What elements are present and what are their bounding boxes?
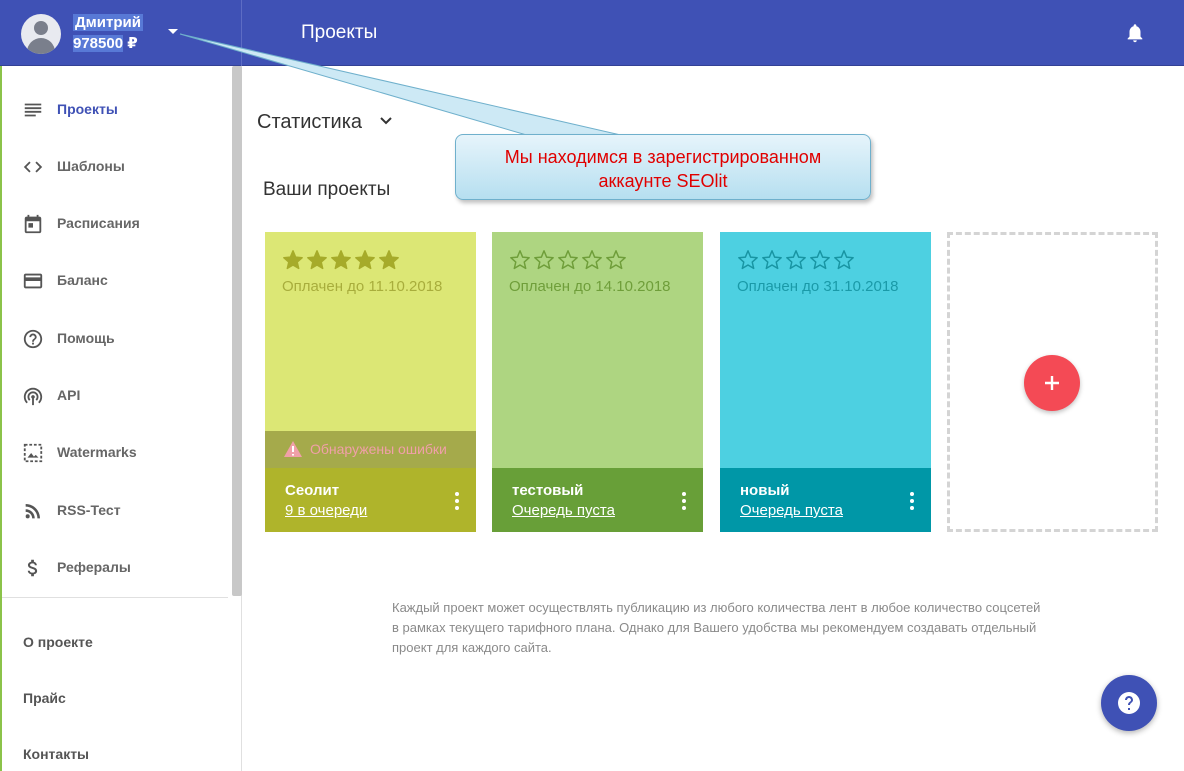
info-text: Каждый проект может осуществлять публика… xyxy=(392,600,1041,655)
link-about[interactable]: О проекте xyxy=(23,634,93,650)
rating-stars[interactable] xyxy=(737,249,855,271)
sidebar-item-label: Проекты xyxy=(57,101,118,117)
user-name: Дмитрий xyxy=(73,14,143,31)
help-circle-icon xyxy=(23,329,43,349)
sidebar-item-balance[interactable]: Баланс xyxy=(2,260,230,300)
credit-card-icon xyxy=(23,273,43,289)
rss-icon xyxy=(25,504,40,519)
project-card[interactable]: Оплачен до 11.10.2018 Обнаружены ошибки С… xyxy=(265,232,476,532)
statistics-toggle[interactable]: Статистика xyxy=(257,111,362,134)
queue-link[interactable]: 9 в очереди xyxy=(285,502,367,519)
star-icon[interactable] xyxy=(509,249,531,271)
antenna-icon xyxy=(23,387,43,406)
star-icon[interactable] xyxy=(557,249,579,271)
callout-line-2: аккаунте SEOlit xyxy=(598,171,728,191)
sidebar-item-projects[interactable]: Проекты xyxy=(2,89,230,129)
sidebar-item-help[interactable]: Помощь xyxy=(2,318,230,358)
star-icon[interactable] xyxy=(282,249,304,271)
user-balance: 978500 ₽ xyxy=(73,35,138,52)
sidebar-item-templates[interactable]: Шаблоны xyxy=(2,146,230,186)
add-project-button[interactable] xyxy=(1024,355,1080,411)
add-project-card xyxy=(947,232,1158,532)
paid-until: Оплачен до 14.10.2018 xyxy=(509,278,671,295)
sidebar-item-label: Шаблоны xyxy=(57,158,125,174)
rating-stars[interactable] xyxy=(509,249,627,271)
sidebar-item-label: API xyxy=(57,387,81,403)
project-name[interactable]: тестовый xyxy=(512,482,583,499)
star-icon[interactable] xyxy=(533,249,555,271)
sidebar-item-label: Рефералы xyxy=(57,559,131,575)
rating-stars[interactable] xyxy=(282,249,400,271)
card-footer: новый Очередь пуста xyxy=(720,468,931,532)
chevron-down-icon[interactable] xyxy=(168,29,178,34)
sidebar-item-schedules[interactable]: Расписания xyxy=(2,203,230,243)
sidebar-item-label: Баланс xyxy=(57,272,108,288)
warning-icon xyxy=(284,441,302,457)
code-icon xyxy=(23,161,43,173)
star-icon[interactable] xyxy=(605,249,627,271)
bell-icon[interactable] xyxy=(1124,22,1146,44)
chevron-down-icon[interactable] xyxy=(380,117,392,125)
sidebar: Проекты Шаблоны Расписания Баланс Помощь… xyxy=(0,66,242,771)
callout-line-1: Мы находимся в зарегистрированном xyxy=(504,147,822,167)
star-icon[interactable] xyxy=(330,249,352,271)
sidebar-item-label: Watermarks xyxy=(57,444,137,460)
avatar[interactable] xyxy=(21,14,61,54)
sidebar-scrollbar[interactable] xyxy=(232,66,242,596)
sidebar-item-label: Расписания xyxy=(57,215,140,231)
user-menu[interactable]: Дмитрий 978500 ₽ xyxy=(0,0,242,66)
error-text: Обнаружены ошибки xyxy=(310,441,447,457)
link-contacts[interactable]: Контакты xyxy=(23,746,89,762)
help-circle-icon xyxy=(1118,692,1140,714)
sidebar-item-label: RSS-Тест xyxy=(57,502,121,518)
sidebar-item-referrals[interactable]: Рефералы xyxy=(2,547,230,587)
star-icon[interactable] xyxy=(581,249,603,271)
annotation-callout: Мы находимся в зарегистрированном аккаун… xyxy=(455,134,871,200)
more-vert-icon[interactable] xyxy=(681,492,687,510)
star-icon[interactable] xyxy=(378,249,400,271)
error-banner[interactable]: Обнаружены ошибки xyxy=(265,431,476,468)
queue-link[interactable]: Очередь пуста xyxy=(740,502,843,519)
calendar-icon xyxy=(24,214,42,234)
dollar-icon xyxy=(27,559,38,577)
list-icon xyxy=(24,103,42,117)
more-vert-icon[interactable] xyxy=(454,492,460,510)
queue-link[interactable]: Очередь пуста xyxy=(512,502,615,519)
star-icon[interactable] xyxy=(761,249,783,271)
card-footer: Сеолит 9 в очереди xyxy=(265,468,476,532)
project-name[interactable]: новый xyxy=(740,482,789,499)
star-icon[interactable] xyxy=(833,249,855,271)
sidebar-item-watermarks[interactable]: Watermarks xyxy=(2,432,230,472)
star-icon[interactable] xyxy=(354,249,376,271)
star-icon[interactable] xyxy=(785,249,807,271)
sidebar-item-label: Помощь xyxy=(57,330,115,346)
sidebar-item-rss-test[interactable]: RSS-Тест xyxy=(2,490,230,530)
section-title: Ваши проекты xyxy=(263,179,391,200)
more-vert-icon[interactable] xyxy=(909,492,915,510)
paid-until: Оплачен до 31.10.2018 xyxy=(737,278,899,295)
star-icon[interactable] xyxy=(306,249,328,271)
help-button[interactable] xyxy=(1101,675,1157,731)
link-pricing[interactable]: Прайс xyxy=(23,690,66,706)
project-name[interactable]: Сеолит xyxy=(285,482,339,499)
star-icon[interactable] xyxy=(737,249,759,271)
project-card[interactable]: Оплачен до 31.10.2018 новый Очередь пуста xyxy=(720,232,931,532)
plus-icon xyxy=(1045,376,1059,390)
paid-until: Оплачен до 11.10.2018 xyxy=(282,278,443,295)
watermark-icon xyxy=(23,443,43,463)
top-app-bar: Дмитрий 978500 ₽ Проекты xyxy=(0,0,1184,66)
sidebar-divider xyxy=(2,597,228,598)
card-footer: тестовый Очередь пуста xyxy=(492,468,703,532)
project-card[interactable]: Оплачен до 14.10.2018 тестовый Очередь пу… xyxy=(492,232,703,532)
page-title: Проекты xyxy=(301,22,378,43)
star-icon[interactable] xyxy=(809,249,831,271)
sidebar-item-api[interactable]: API xyxy=(2,375,230,415)
